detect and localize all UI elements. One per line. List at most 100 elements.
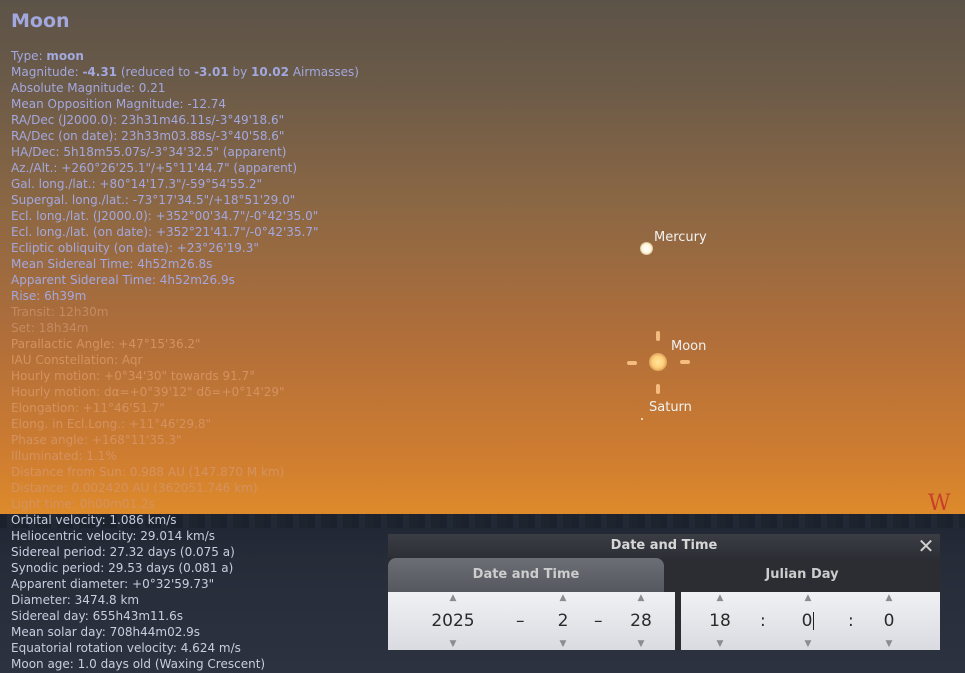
info-line: Distance from Sun: 0.988 AU (147.870 M k… (11, 464, 359, 480)
time-panel: ▲ 18 ▼ : ▲ 0 ▼ : ▲ 0 ▼ (681, 592, 940, 650)
info-text: Heliocentric velocity: 29.014 km/s (11, 529, 216, 543)
chevron-down-icon[interactable]: ▼ (703, 639, 737, 649)
info-text: Ecliptic obliquity (on date): +23°26'19.… (11, 241, 259, 255)
month-value[interactable]: 2 (548, 610, 578, 632)
compass-west-label: W (928, 491, 951, 516)
info-text: Type: (11, 49, 47, 63)
info-line: Transit: 12h30m (11, 304, 359, 320)
info-text: -4.31 (82, 65, 118, 79)
day-value[interactable]: 28 (624, 610, 658, 632)
info-line: Gal. long./lat.: +80°14'17.3"/-59°54'55.… (11, 176, 359, 192)
info-text: Apparent diameter: +0°32'59.73" (11, 577, 215, 591)
info-text: Apparent Sidereal Time: 4h52m26.9s (11, 273, 235, 287)
info-line: Supergal. long./lat.: -73°17'34.5"/+18°5… (11, 192, 359, 208)
chevron-down-icon[interactable]: ▼ (793, 639, 823, 649)
minute-value[interactable]: 0 (793, 610, 823, 632)
chevron-down-icon[interactable]: ▼ (874, 639, 904, 649)
info-text: Mean Opposition Magnitude: -12.74 (11, 97, 227, 111)
tab-julian-day[interactable]: Julian Day (664, 558, 940, 592)
year-spinbox[interactable]: ▲ 2025 ▼ (418, 592, 488, 650)
second-spinbox[interactable]: ▲ 0 ▼ (874, 592, 904, 650)
info-text: Rise: 6h39m (11, 289, 87, 303)
info-line: Sidereal period: 27.32 days (0.075 a) (11, 544, 359, 560)
info-line: Rise: 6h39m (11, 288, 359, 304)
info-text: Ecl. long./lat. (J2000.0): +352°00'34.7"… (11, 209, 319, 223)
info-text: Phase angle: +168°11'35.3" (11, 433, 182, 447)
text-cursor (813, 612, 815, 630)
info-text: Distance: 0.002420 AU (362051.746 km) (11, 481, 258, 495)
info-text: Supergal. long./lat.: -73°17'34.5"/+18°5… (11, 193, 296, 207)
chevron-down-icon[interactable]: ▼ (548, 639, 578, 649)
info-text: Synodic period: 29.53 days (0.081 a) (11, 561, 234, 575)
hour-spinbox[interactable]: ▲ 18 ▼ (703, 592, 737, 650)
info-line: Distance: 0.002420 AU (362051.746 km) (11, 480, 359, 496)
info-line: HA/Dec: 5h18m55.07s/-3°34'32.5" (apparen… (11, 144, 359, 160)
info-text: Distance from Sun: 0.988 AU (147.870 M k… (11, 465, 285, 479)
info-line: Hourly motion: dα=+0°39'12" dδ=+0°14'29" (11, 384, 359, 400)
info-line: Light time: 0h00m01.2s (11, 496, 359, 512)
info-line: Mean solar day: 708h44m02.9s (11, 624, 359, 640)
mercury-label[interactable]: Mercury (654, 230, 707, 245)
day-spinbox[interactable]: ▲ 28 ▼ (624, 592, 658, 650)
info-text: Az./Alt.: +260°26'25.1"/+5°11'44.7" (app… (11, 161, 298, 175)
info-text: Diameter: 3474.8 km (11, 593, 140, 607)
moon-label[interactable]: Moon (671, 339, 706, 354)
info-text: HA/Dec: 5h18m55.07s/-3°34'32.5" (apparen… (11, 145, 287, 159)
second-value[interactable]: 0 (874, 610, 904, 632)
info-line: Magnitude: -4.31 (reduced to -3.01 by 10… (11, 64, 359, 80)
info-line: Synodic period: 29.53 days (0.081 a) (11, 560, 359, 576)
info-text: Airmasses) (289, 65, 359, 79)
info-text: Equatorial rotation velocity: 4.624 m/s (11, 641, 241, 655)
info-text: Light time: 0h00m01.2s (11, 497, 155, 511)
chevron-up-icon[interactable]: ▲ (548, 593, 578, 603)
close-icon[interactable]: ✕ (915, 535, 937, 557)
info-line: Orbital velocity: 1.086 km/s (11, 512, 359, 528)
chevron-up-icon[interactable]: ▲ (624, 593, 658, 603)
month-spinbox[interactable]: ▲ 2 ▼ (548, 592, 578, 650)
date-time-dialog[interactable]: Date and Time ✕ Date and Time Julian Day… (388, 534, 940, 650)
dialog-titlebar[interactable]: Date and Time ✕ (388, 534, 940, 558)
info-text: IAU Constellation: Aqr (11, 353, 143, 367)
mercury-marker[interactable] (640, 242, 653, 255)
info-text: Mean Sidereal Time: 4h52m26.8s (11, 257, 213, 271)
info-line: Absolute Magnitude: 0.21 (11, 80, 359, 96)
chevron-up-icon[interactable]: ▲ (874, 593, 904, 603)
tab-date-and-time[interactable]: Date and Time (388, 558, 664, 592)
info-text: Moon age: 1.0 days old (Waxing Crescent) (11, 657, 266, 671)
info-line: Elongation: +11°46'51.7" (11, 400, 359, 416)
info-text: Parallactic Angle: +47°15'36.2" (11, 337, 201, 351)
chevron-down-icon[interactable]: ▼ (624, 639, 658, 649)
info-line: Az./Alt.: +260°26'25.1"/+5°11'44.7" (app… (11, 160, 359, 176)
info-text: Hourly motion: +0°34'30" towards 91.7° (11, 369, 256, 383)
info-line: RA/Dec (J2000.0): 23h31m46.11s/-3°49'18.… (11, 112, 359, 128)
info-text: Absolute Magnitude: 0.21 (11, 81, 166, 95)
minute-spinbox[interactable]: ▲ 0 ▼ (793, 592, 823, 650)
year-value[interactable]: 2025 (418, 610, 488, 632)
info-text: Illuminated: 1.1% (11, 449, 117, 463)
chevron-up-icon[interactable]: ▲ (793, 593, 823, 603)
info-line: Moon age: 1.0 days old (Waxing Crescent) (11, 656, 359, 672)
chevron-up-icon[interactable]: ▲ (418, 593, 488, 603)
date-separator: – (594, 611, 603, 631)
info-line: Ecliptic obliquity (on date): +23°26'19.… (11, 240, 359, 256)
info-line: Sidereal day: 655h43m11.6s (11, 608, 359, 624)
hour-value[interactable]: 18 (703, 610, 737, 632)
minute-text: 0 (801, 611, 813, 631)
chevron-down-icon[interactable]: ▼ (418, 639, 488, 649)
info-line: Apparent Sidereal Time: 4h52m26.9s (11, 272, 359, 288)
info-line: Apparent diameter: +0°32'59.73" (11, 576, 359, 592)
info-text: Gal. long./lat.: +80°14'17.3"/-59°54'55.… (11, 177, 263, 191)
info-line: Parallactic Angle: +47°15'36.2" (11, 336, 359, 352)
date-separator: – (516, 611, 525, 631)
info-line: Phase angle: +168°11'35.3" (11, 432, 359, 448)
info-text: 10.02 (251, 65, 289, 79)
info-text: Elong. in Ecl.Long.: +11°46'29.8" (11, 417, 212, 431)
saturn-label[interactable]: Saturn (649, 400, 692, 415)
saturn-marker[interactable] (641, 418, 643, 420)
dialog-body: ▲ 2025 ▼ – ▲ 2 ▼ – ▲ 28 ▼ ▲ 18 ▼ : ▲ 0 ▼… (388, 592, 940, 650)
date-panel: ▲ 2025 ▼ – ▲ 2 ▼ – ▲ 28 ▼ (388, 592, 675, 650)
info-text: (reduced to (117, 65, 195, 79)
info-text: Sidereal day: 655h43m11.6s (11, 609, 184, 623)
chevron-up-icon[interactable]: ▲ (703, 593, 737, 603)
info-line: IAU Constellation: Aqr (11, 352, 359, 368)
